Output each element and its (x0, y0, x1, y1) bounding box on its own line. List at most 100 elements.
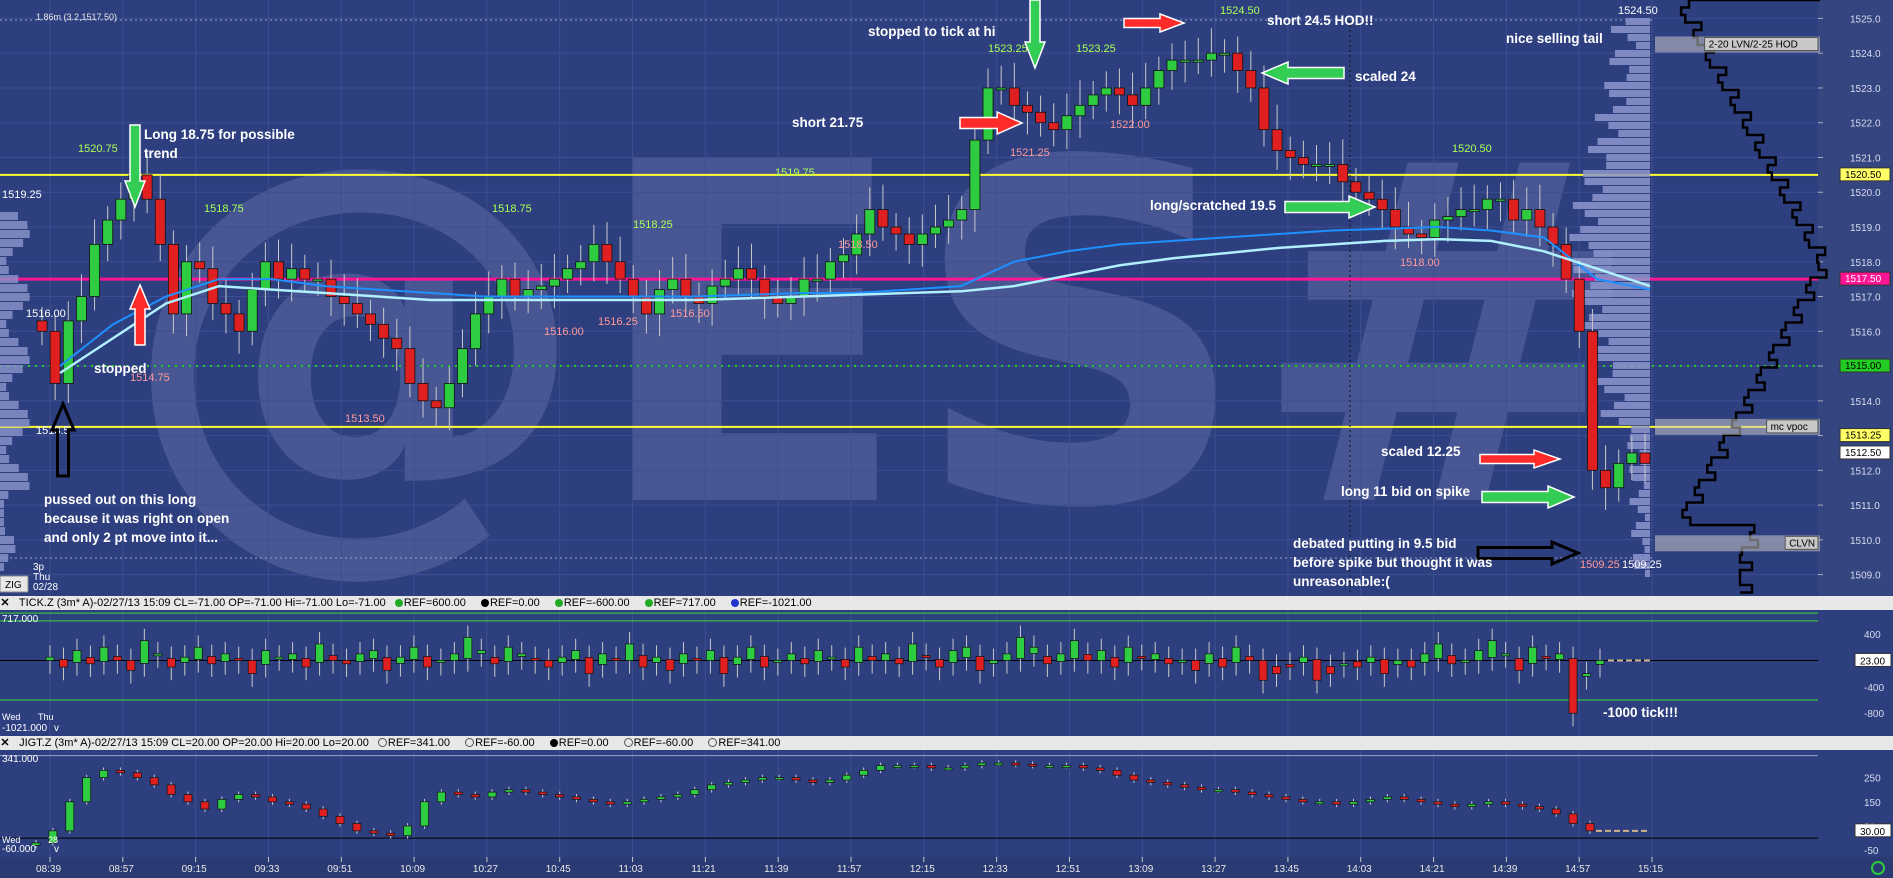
candle-body (259, 261, 271, 290)
jigt-candle (1450, 803, 1460, 807)
candle-body (719, 278, 731, 287)
tick-candle (1069, 640, 1079, 659)
tick-candle (894, 658, 904, 665)
volume-profile-bar (1598, 330, 1650, 337)
volume-profile-bar (1631, 426, 1650, 433)
close-icon[interactable]: ✕ (0, 736, 10, 750)
tick-candle (59, 659, 68, 668)
volume-profile-bar (1608, 122, 1650, 129)
tick-candle (1110, 657, 1120, 668)
volume-profile-bar (1602, 186, 1650, 193)
candle-body (995, 87, 1007, 91)
ref-dot-icon (377, 738, 387, 747)
tick-y-label: 400 (1864, 630, 1881, 641)
volume-profile-bar (1635, 42, 1650, 49)
ref-dot-icon (465, 738, 475, 747)
jigt-candle (656, 796, 666, 800)
tick-candle (706, 650, 715, 661)
candle-body (877, 209, 889, 228)
x-tick-label: 13:45 (1274, 864, 1299, 875)
tick-y-label: -400 (1864, 683, 1884, 694)
jigt-candle (1467, 803, 1477, 807)
candle-body (549, 278, 560, 287)
tick-candle (490, 657, 500, 665)
jigt-candle (1484, 801, 1494, 805)
left-profile-bar (0, 284, 28, 292)
left-profile-bar (0, 365, 23, 373)
candle-body (746, 268, 757, 280)
tick-candle (544, 660, 554, 668)
tick-candle (908, 643, 917, 662)
candle-body (1140, 87, 1152, 106)
tick-candle (530, 658, 540, 661)
candle-body (1179, 59, 1191, 63)
y-tick-label: 1509.0 (1850, 571, 1881, 582)
tick-date-label: Thu (38, 712, 54, 722)
tick-candle (611, 658, 621, 661)
tick-candle (1258, 660, 1268, 681)
jigt-candle (1416, 799, 1426, 803)
tick-candle (274, 656, 284, 660)
tick-candle (86, 657, 95, 665)
tick-candle (247, 660, 257, 674)
tick-candle (557, 656, 567, 663)
tick-candle (881, 653, 891, 661)
left-profile-bar (0, 302, 23, 310)
price-label: 1516.50 (670, 308, 710, 320)
jigt-candle (943, 767, 953, 771)
candle-body (1416, 233, 1428, 238)
price-label: 1524.50 (1220, 5, 1260, 17)
candle-body (430, 400, 442, 409)
left-profile-bar (0, 500, 4, 508)
volume-profile-bar (1593, 250, 1650, 257)
ref-dot-icon (644, 599, 653, 607)
jigt-candle (1062, 765, 1071, 768)
volume-profile-bar (1589, 314, 1650, 321)
tick-candle (1218, 658, 1227, 668)
left-profile-bar (0, 464, 19, 472)
jigt-candle (1399, 796, 1409, 800)
candle-body (1573, 278, 1585, 332)
tick-candle (113, 656, 122, 661)
x-tick-label: 13:27 (1201, 864, 1226, 875)
left-profile-bar (0, 230, 30, 238)
price-label: 1509.25 (1580, 559, 1620, 571)
ref-dot-icon (623, 738, 633, 747)
candle-body (654, 289, 665, 315)
tick-candle (692, 658, 702, 661)
volume-profile-bar (1612, 106, 1650, 113)
x-tick-label: 08:57 (109, 864, 134, 875)
x-tick-label: 12:51 (1055, 864, 1080, 875)
jigt-candle (1011, 762, 1021, 766)
ref-dot-icon (730, 599, 739, 607)
jigt-candle (909, 765, 919, 768)
y-tick-label: 1511.0 (1850, 501, 1880, 512)
volume-profile-bar (1612, 370, 1650, 377)
tick-candle (436, 660, 446, 663)
candle-body (890, 226, 902, 235)
tick-candle (45, 656, 55, 661)
tick-candle (921, 655, 931, 658)
jigt-candle (977, 762, 987, 766)
volume-profile-bar (1569, 234, 1650, 241)
candle-body (1495, 198, 1506, 202)
jigt-ref: REF=-60.00 (633, 737, 694, 749)
tick-left-top: 717.000 (2, 614, 39, 625)
left-profile-bar (0, 554, 9, 562)
candle-body (614, 261, 626, 280)
x-tick-label: 11:03 (619, 864, 644, 875)
candle-body (378, 323, 390, 339)
volume-profile-bar (1627, 34, 1650, 41)
volume-profile-bar (1578, 322, 1650, 329)
tick-candle (423, 656, 432, 668)
jigt-badge: 30.00 (1860, 827, 1885, 838)
candle-body (1297, 157, 1309, 165)
candle-body (943, 219, 955, 228)
close-icon[interactable]: ✕ (0, 596, 10, 610)
tick-candle (315, 643, 324, 663)
left-profile-bar (0, 446, 7, 454)
candle-body (1455, 209, 1467, 217)
tick-candle (962, 646, 971, 658)
annotation-text: stopped (94, 361, 147, 376)
candle-body (351, 303, 363, 315)
